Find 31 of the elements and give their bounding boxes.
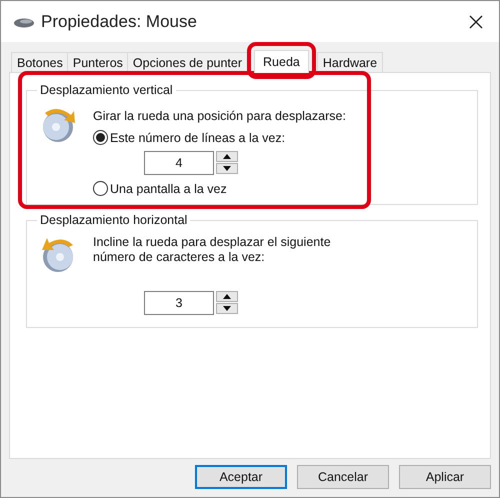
tab[interactable]: Opciones de punter [126,52,248,72]
radio-button[interactable] [93,181,108,196]
number-field[interactable]: 4 [144,151,214,175]
radio-label: Una pantalla a la vez [110,182,227,196]
mouse-icon [13,16,35,28]
dialog-button[interactable]: Aceptar [195,465,287,489]
radio-option[interactable]: Una pantalla a la vez [93,181,346,196]
up-arrow-icon [223,154,231,159]
tab[interactable]: Rueda [254,50,309,73]
spin-up-button[interactable] [216,291,238,302]
radio-option[interactable]: Este número de líneas a la vez: [93,130,346,145]
tab[interactable]: Botones [11,52,69,72]
spin-down-button[interactable] [216,303,238,314]
window-title: Propiedades: Mouse [41,12,198,32]
spin-up-button[interactable] [216,151,238,162]
down-arrow-icon [223,166,231,171]
group-title: Desplazamiento vertical [39,83,174,97]
spin-down-button[interactable] [216,163,238,174]
up-arrow-icon [223,294,231,299]
description-text: Girar la rueda una posición para desplazarse: [93,109,346,124]
down-arrow-icon [223,306,231,311]
dialog-button[interactable]: Cancelar [297,465,389,489]
radio-button[interactable] [93,130,108,145]
radio-label: Este número de líneas a la vez: [110,130,286,144]
number-field[interactable]: 3 [144,291,214,315]
tab[interactable]: Hardware [316,52,384,72]
tab[interactable]: Punteros [66,52,129,72]
group-title: Desplazamiento horizontal [39,213,188,227]
description-text: Incline la rueda para desplazar el siguiente número de caracteres a la vez: [93,235,332,265]
dialog-button[interactable]: Aplicar [399,465,491,489]
close-icon [468,14,484,30]
